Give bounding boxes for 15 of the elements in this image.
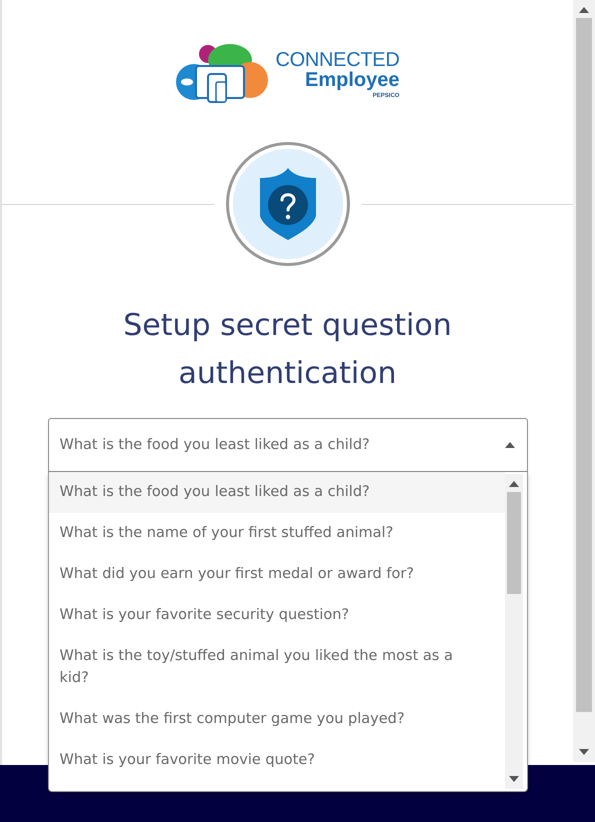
page-title: Setup secret question authentication [122,307,453,393]
shield-question-icon [258,168,316,240]
logo-text: Employee [305,70,400,90]
scroll-up-icon[interactable] [508,480,518,488]
scroll-up-icon[interactable] [579,6,589,14]
option-item[interactable]: What is the food you least liked as a child? [48,472,504,513]
logo-text: CONNECTED [276,50,400,70]
question-select[interactable]: What is the food you least liked as a child? [48,418,528,472]
scroll-thumb[interactable] [506,492,520,594]
scroll-down-icon[interactable] [579,748,589,756]
scroll-thumb[interactable] [576,18,592,712]
caret-icon [504,441,514,449]
scroll-down-icon[interactable] [508,775,518,783]
scrollbar[interactable] [573,0,595,762]
scrollbar[interactable] [504,474,522,789]
